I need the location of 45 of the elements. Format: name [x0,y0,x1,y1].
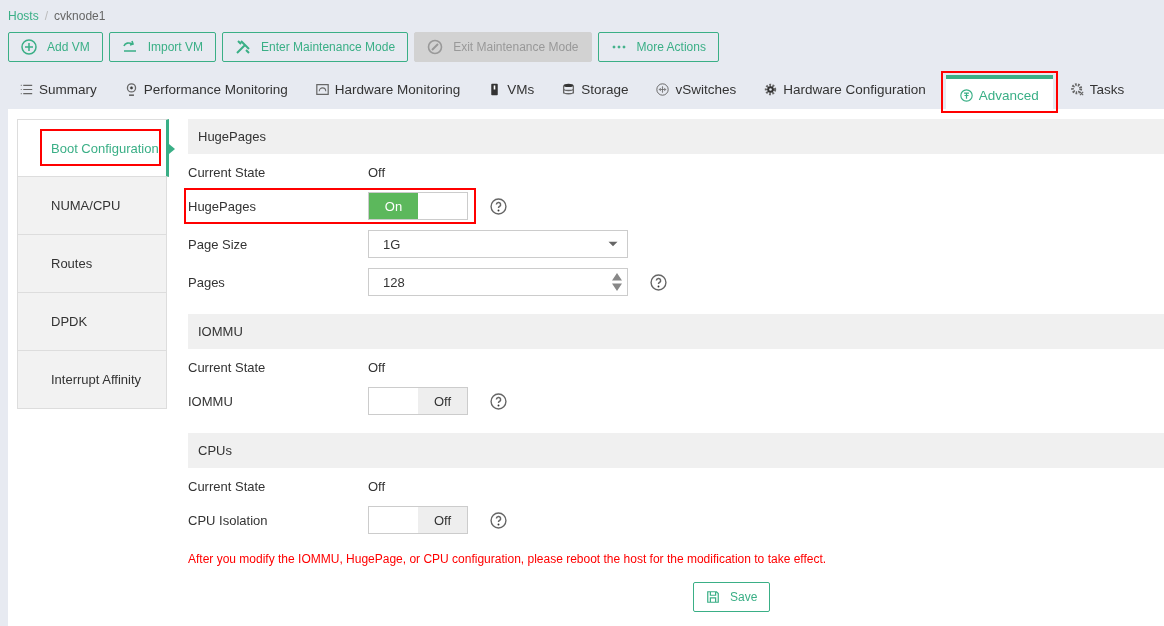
sidebar-item[interactable]: DPDK [17,293,167,351]
section-header: HugePages [188,119,1164,154]
gauge-icon [315,83,329,96]
field-value: Off [368,164,386,180]
section-header: CPUs [188,433,1164,468]
network-icon [656,83,670,96]
selection-pointer-icon [169,144,175,154]
field-value: Off [368,478,386,494]
tab[interactable]: Summary [12,74,107,105]
tab[interactable]: Storage [554,74,639,105]
field-label: Current State [188,164,267,180]
list-icon [20,83,33,96]
field-label: CPU Isolation [188,512,269,528]
field-label: Pages [188,274,226,290]
field-label: HugePages [188,198,257,214]
tab[interactable]: Hardware Monitoring [307,74,471,105]
tab[interactable]: vSwitches [648,74,747,105]
sidebar-item[interactable]: Routes [17,235,167,293]
field-label: Current State [188,478,267,494]
blocked-icon [427,39,444,55]
number-input[interactable]: 128 [368,268,628,296]
sidebar-item[interactable]: Interrupt Affinity [17,351,167,409]
field-label: Page Size [188,236,249,252]
gear-icon [764,83,778,96]
import-icon [121,39,138,55]
tab[interactable]: VMs [480,74,545,105]
webcam-icon [124,83,138,96]
section-header: IOMMU [188,314,1164,349]
field-label: Current State [188,359,267,375]
field-label: IOMMU [188,393,234,409]
tab[interactable]: Hardware Configuration [756,74,936,105]
database-icon [562,83,576,96]
tab[interactable]: Performance Monitoring [116,74,298,105]
plus-circle-icon [21,39,37,55]
gear-cross-icon [1070,83,1084,96]
dropdown[interactable]: 1G [368,230,628,258]
breadcrumb-current: cvknode1 [54,9,106,25]
tab[interactable]: Tasks [1062,74,1135,105]
warning-message: After you modify the IOMMU, HugePage, or CPU configuration, please reboot the host for the modification to take effect. [188,552,828,566]
tools-icon [235,39,252,55]
sidebar-item[interactable]: NUMA/CPU [17,177,167,235]
toggle-switch[interactable]: Off [368,387,468,415]
toggle-switch[interactable]: Off [368,506,468,534]
field-value: Off [368,359,386,375]
breadcrumb-separator: / [44,9,49,25]
